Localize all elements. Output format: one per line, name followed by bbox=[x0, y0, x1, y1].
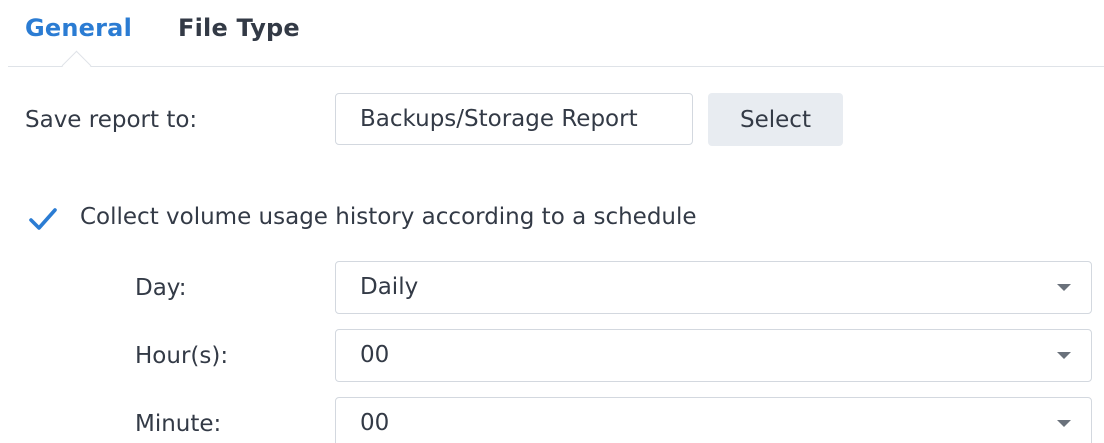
select-button[interactable]: Select bbox=[708, 93, 843, 146]
tab-file-type[interactable]: File Type bbox=[178, 14, 300, 42]
day-label: Day: bbox=[135, 275, 187, 301]
tab-general[interactable]: General bbox=[25, 14, 132, 42]
minute-dropdown[interactable]: 00 bbox=[335, 397, 1092, 443]
minute-label: Minute: bbox=[135, 411, 222, 437]
tab-divider bbox=[8, 66, 1104, 67]
tab-bar: General File Type bbox=[0, 0, 1104, 81]
hours-dropdown-value: 00 bbox=[360, 342, 390, 368]
hours-label: Hour(s): bbox=[135, 343, 229, 369]
caret-down-icon bbox=[1057, 352, 1071, 359]
save-report-path-input[interactable] bbox=[335, 93, 693, 145]
day-dropdown[interactable]: Daily bbox=[335, 261, 1092, 314]
collect-history-checkbox[interactable] bbox=[27, 203, 59, 235]
day-dropdown-value: Daily bbox=[360, 274, 419, 300]
collect-history-label: Collect volume usage history according t… bbox=[80, 204, 697, 230]
caret-down-icon bbox=[1057, 420, 1071, 427]
hours-dropdown[interactable]: 00 bbox=[335, 329, 1092, 382]
checkmark-icon bbox=[29, 208, 57, 230]
save-report-label: Save report to: bbox=[25, 107, 198, 133]
active-tab-indicator bbox=[61, 50, 92, 81]
minute-dropdown-value: 00 bbox=[360, 410, 390, 436]
storage-report-settings: General File Type Save report to: Select… bbox=[0, 0, 1104, 443]
caret-down-icon bbox=[1057, 284, 1071, 291]
